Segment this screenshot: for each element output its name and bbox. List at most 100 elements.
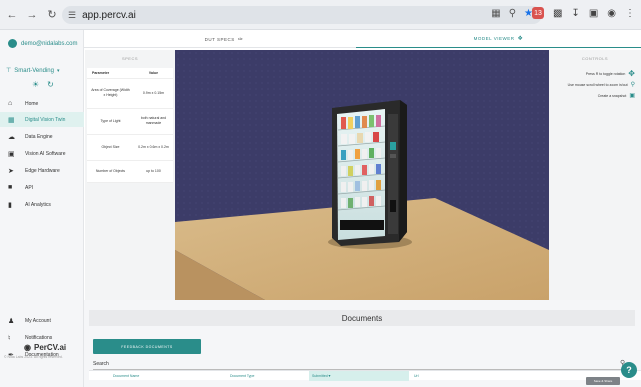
col-document-type[interactable]: Document Type bbox=[230, 374, 254, 378]
sidepanel-icon[interactable]: ▣ bbox=[589, 8, 598, 19]
sidebar-item-data-engine[interactable]: ☁ Data Engine bbox=[0, 129, 84, 144]
documents-header: Documents bbox=[89, 310, 635, 326]
sidebar-item-label: Edge Hardware bbox=[25, 167, 60, 174]
spec-param: Area of Coverage (Width x Height) bbox=[87, 78, 134, 109]
sidebar-item-label: Vision AI Software bbox=[25, 150, 66, 157]
documents-table-header: Document Name Document Type Submitted ▼ … bbox=[89, 370, 641, 381]
refresh-icon[interactable]: ↻ bbox=[47, 80, 54, 89]
ruler-icon: ✑ bbox=[237, 36, 244, 43]
specs-panel: SPECS Parameter Value Area of Coverage (… bbox=[85, 50, 175, 300]
specs-table: Parameter Value Area of Coverage (Width … bbox=[87, 68, 173, 183]
vending-machine-render bbox=[175, 50, 549, 300]
sidebar-item-label: My Account bbox=[25, 318, 51, 324]
sidebar-item-label: Notifications bbox=[25, 335, 53, 341]
sidebar-item-digital-vision-twin[interactable]: ▦ Digital Vision Twin bbox=[0, 112, 84, 127]
search-label: Search bbox=[93, 361, 109, 367]
help-button[interactable]: ? bbox=[621, 362, 637, 378]
rotation-hint-text: Press R to toggle rotation bbox=[585, 71, 626, 76]
url-text: app.percv.ai bbox=[82, 9, 136, 21]
controls-title: CONTROLS bbox=[581, 56, 609, 61]
project-selector[interactable]: ⊤ Smart-Vending ▾ bbox=[6, 67, 60, 75]
logo-icon: ◉ bbox=[24, 343, 31, 352]
col-submitted-label: Submitted bbox=[312, 374, 328, 378]
cube-icon: ❖ bbox=[517, 36, 524, 42]
settings-sun-icon[interactable]: ☀ bbox=[32, 80, 39, 89]
tab-model-viewer[interactable]: MODEL VIEWER ❖ bbox=[356, 30, 641, 48]
tab-label: DUT SPECS bbox=[204, 36, 235, 42]
view-tabs: DUT SPECS ✑ MODEL VIEWER ❖ bbox=[84, 30, 641, 48]
specs-header-value: Value bbox=[133, 68, 173, 79]
zoom-icon[interactable]: ⚲ bbox=[509, 8, 516, 19]
extensions-puzzle-icon[interactable]: ▩ bbox=[553, 8, 562, 19]
zoom-icon[interactable]: ⚲ bbox=[631, 81, 635, 88]
sidebar-item-label: Home bbox=[25, 100, 39, 107]
hardware-icon: ➤ bbox=[8, 167, 14, 175]
address-bar[interactable]: ☰ app.percv.ai bbox=[62, 6, 542, 24]
back-icon[interactable]: ← bbox=[4, 7, 20, 23]
cast-icon[interactable]: ▦ bbox=[491, 8, 500, 19]
sidebar-item-label: AI Analytics bbox=[25, 201, 51, 208]
col-document-name[interactable]: Document Name bbox=[113, 374, 139, 378]
spec-value: 0.9m x 0.15m bbox=[133, 78, 173, 109]
sidebar-item-vision-ai-software[interactable]: ▣ Vision AI Software bbox=[0, 146, 84, 161]
bell-icon: ♮ bbox=[8, 335, 11, 342]
account-circle-icon bbox=[8, 39, 17, 48]
move-icon[interactable]: ✥ bbox=[628, 69, 635, 78]
home-icon: ⌂ bbox=[8, 100, 13, 107]
table-row: Number of Objects up to 100 bbox=[87, 160, 173, 183]
spec-value: 0.2m x 0.6m x 0.2m bbox=[133, 134, 173, 161]
chevron-down-icon: ▾ bbox=[56, 67, 60, 74]
controls-panel: CONTROLS Press R to toggle rotation ✥ Us… bbox=[549, 50, 641, 300]
specs-header-parameter: Parameter bbox=[87, 68, 134, 79]
snapshot-text: Create a snapshot bbox=[597, 93, 627, 98]
user-email: demo@nidalabs.com bbox=[21, 40, 78, 47]
sidebar-item-label: Digital Vision Twin bbox=[25, 116, 66, 123]
zoom-hint-text: Use mouse scroll wheel to zoom in/out bbox=[567, 82, 628, 87]
user-account[interactable]: demo@nidalabs.com bbox=[8, 39, 77, 48]
col-url[interactable]: Url bbox=[414, 374, 418, 378]
sidebar-item-api[interactable]: ■ API bbox=[0, 180, 84, 195]
sidebar-item-edge-hardware[interactable]: ➤ Edge Hardware bbox=[0, 163, 84, 178]
api-icon: ■ bbox=[8, 184, 13, 191]
project-name: Smart-Vending bbox=[14, 67, 54, 74]
model-viewer-canvas[interactable] bbox=[175, 50, 549, 300]
forward-icon[interactable]: → bbox=[24, 7, 40, 23]
save-share-chip[interactable]: Save & Share bbox=[586, 377, 620, 385]
account-icon: ♟ bbox=[8, 318, 15, 325]
sort-down-icon: ▼ bbox=[327, 374, 332, 378]
sidebar-item-ai-analytics[interactable]: ▮ AI Analytics bbox=[0, 197, 84, 212]
rotation-hint: Press R to toggle rotation ✥ bbox=[586, 69, 635, 78]
extension-icon[interactable]: 13 bbox=[531, 7, 544, 19]
tree-icon: ⊤ bbox=[6, 68, 12, 74]
specs-title: SPECS bbox=[121, 56, 139, 61]
camera-icon[interactable]: ▣ bbox=[629, 92, 635, 99]
col-submitted[interactable]: Submitted ▼ bbox=[309, 371, 409, 381]
spec-value: up to 100 bbox=[133, 160, 173, 183]
profile-icon[interactable]: ◉ bbox=[607, 8, 616, 19]
analytics-icon: ▮ bbox=[8, 201, 12, 209]
zoom-hint: Use mouse scroll wheel to zoom in/out ⚲ bbox=[568, 81, 635, 88]
tab-label: MODEL VIEWER bbox=[473, 36, 515, 41]
snapshot-control[interactable]: Create a snapshot ▣ bbox=[598, 92, 635, 99]
site-settings-icon[interactable]: ☰ bbox=[68, 10, 76, 21]
sidebar-item-home[interactable]: ⌂ Home bbox=[0, 96, 84, 111]
reload-icon[interactable]: ↻ bbox=[44, 7, 60, 23]
sidebar-item-label: Data Engine bbox=[25, 133, 53, 140]
tab-dut-specs[interactable]: DUT SPECS ✑ bbox=[174, 30, 274, 48]
table-row: Area of Coverage (Width x Height) 0.9m x… bbox=[87, 78, 173, 109]
spec-param: Type of Light bbox=[87, 108, 134, 135]
download-icon[interactable]: ↧ bbox=[571, 8, 579, 19]
browser-toolbar: ← → ↻ ☰ app.percv.ai ▦ ⚲ ★ 13 ▩ ↧ ▣ ◉ ⋮ bbox=[0, 0, 641, 30]
feedback-documents-button[interactable]: FEEDBACK DOCUMENTS bbox=[93, 339, 201, 354]
software-icon: ▣ bbox=[8, 150, 15, 158]
percv-logo: ◉ PerCV.ai bbox=[24, 343, 66, 352]
spec-param: Object Size bbox=[87, 134, 134, 161]
copyright: © Nida Labs 2023. All rights reserved. bbox=[4, 355, 63, 359]
table-row: Type of Light both natural and manmade bbox=[87, 108, 173, 135]
menu-icon[interactable]: ⋮ bbox=[625, 8, 635, 19]
table-row: Object Size 0.2m x 0.6m x 0.2m bbox=[87, 134, 173, 161]
logo-text: PerCV.ai bbox=[33, 343, 67, 352]
sidebar-item-my-account[interactable]: ♟ My Account bbox=[0, 314, 84, 328]
sidebar-item-label: API bbox=[25, 184, 34, 191]
spec-param: Number of Objects bbox=[87, 160, 134, 183]
